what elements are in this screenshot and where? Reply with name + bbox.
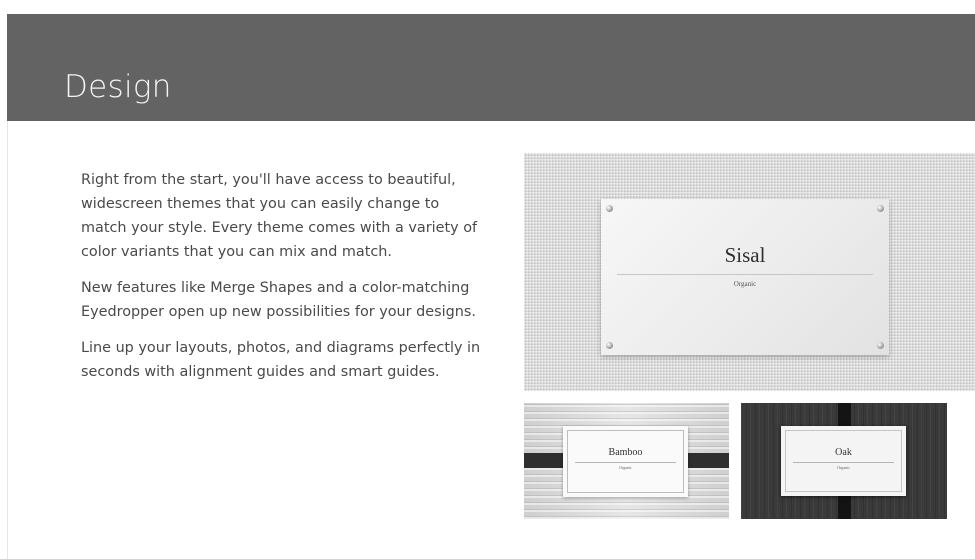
theme-title-oak: Oak	[835, 447, 852, 458]
theme-thumbnail-sisal: Sisal Organic	[524, 153, 975, 391]
theme-subtitle-sisal: Organic	[733, 280, 757, 288]
top-strip	[0, 0, 975, 14]
rivet-icon	[877, 205, 884, 212]
sisal-title-card: Sisal Organic	[601, 199, 889, 355]
theme-title-bamboo: Bamboo	[608, 447, 643, 458]
rivet-icon	[606, 342, 613, 349]
header-banner: Design	[7, 14, 975, 121]
card-frame	[785, 430, 902, 492]
rivet-icon	[877, 342, 884, 349]
theme-thumbnail-oak: Oak Organic	[741, 403, 947, 519]
paragraph-alignment-guides: Line up your layouts, photos, and diagra…	[81, 340, 481, 380]
theme-subtitle-oak: Organic	[837, 465, 850, 470]
title-rule	[617, 274, 873, 275]
theme-subtitle-bamboo: Organic	[619, 465, 632, 470]
theme-thumbnail-bamboo: Bamboo Organic	[524, 403, 729, 519]
paragraph-themes: Right from the start, you'll have access…	[81, 172, 478, 260]
rivet-icon	[606, 205, 613, 212]
title-rule	[575, 462, 676, 463]
page-title: Design	[64, 69, 172, 105]
paragraph-merge-shapes: New features like Merge Shapes and a col…	[81, 280, 476, 320]
body-text: Right from the start, you'll have access…	[81, 168, 481, 396]
title-rule	[793, 462, 894, 463]
oak-title-card: Oak Organic	[781, 426, 906, 496]
bamboo-title-card: Bamboo Organic	[563, 426, 688, 497]
left-divider	[7, 121, 8, 559]
theme-title-sisal: Sisal	[724, 243, 766, 267]
